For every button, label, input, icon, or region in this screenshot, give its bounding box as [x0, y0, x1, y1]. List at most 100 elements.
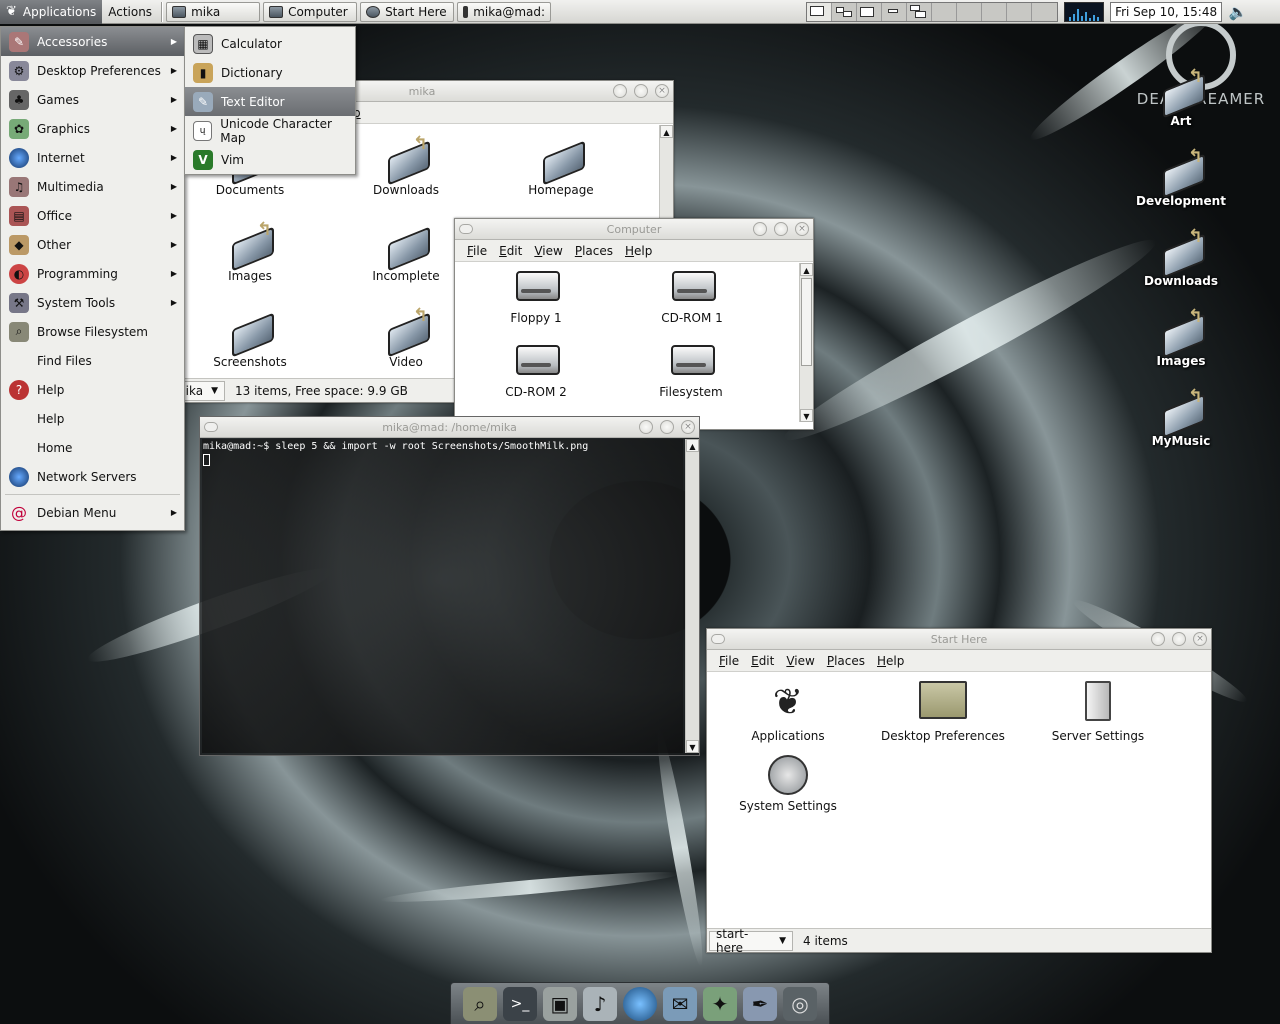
menu-edit[interactable]: Edit	[499, 244, 522, 258]
task-computer[interactable]: Computer	[263, 1, 358, 22]
menu-item-vim[interactable]: V Vim	[185, 145, 355, 174]
globe-icon[interactable]	[623, 986, 657, 1021]
workspace-3[interactable]	[857, 2, 883, 21]
menu-item-graphics[interactable]: ✿ Graphics ▶	[1, 114, 184, 143]
menu-view[interactable]: View	[786, 654, 814, 668]
scroll-down-arrow[interactable]: ▼	[686, 740, 699, 753]
menu-item-debian-menu[interactable]: @ Debian Menu ▶	[1, 498, 184, 527]
workspace-8[interactable]	[982, 2, 1008, 21]
menu-file[interactable]: File	[467, 244, 487, 258]
desktop-icon-art[interactable]: ↰ Art	[1131, 66, 1231, 128]
pen-icon[interactable]: ✒	[743, 986, 777, 1021]
folder-screenshots[interactable]: Screenshots	[175, 311, 325, 369]
workspace-6[interactable]	[932, 2, 958, 21]
drive-floppy-1[interactable]: Floppy 1	[461, 267, 611, 325]
drive-cdrom-2[interactable]: CD-ROM 2	[461, 341, 611, 399]
terminal-scrollbar[interactable]: ▲ ▼	[685, 439, 699, 753]
actions-menu-button[interactable]: Actions	[102, 0, 158, 24]
paint-icon[interactable]: ✦	[703, 986, 737, 1021]
panel-clock[interactable]: Fri Sep 10, 15:48	[1110, 1, 1223, 22]
settings-icon[interactable]: ◎	[783, 986, 817, 1021]
search-icon[interactable]: ⌕	[463, 986, 497, 1021]
workspace-7[interactable]	[957, 2, 983, 21]
maximize-button[interactable]	[774, 222, 788, 236]
close-button[interactable]: ×	[655, 84, 669, 98]
workspace-4[interactable]	[882, 2, 908, 21]
menu-places[interactable]: Places	[575, 244, 613, 258]
workspace-2[interactable]	[832, 2, 858, 21]
drive-cdrom-1[interactable]: CD-ROM 1	[617, 267, 767, 325]
workspace-10[interactable]	[1032, 2, 1058, 21]
desktop-icon-development[interactable]: ↰ Development	[1131, 146, 1231, 208]
close-button[interactable]: ×	[1193, 632, 1207, 646]
start-desktop-preferences[interactable]: Desktop Preferences	[868, 681, 1018, 743]
menu-item-programming[interactable]: ◐ Programming ▶	[1, 259, 184, 288]
scroll-down-arrow[interactable]: ▼	[800, 409, 813, 422]
applications-menu-button[interactable]: ❦ Applications	[0, 0, 103, 24]
menu-places[interactable]: Places	[827, 654, 865, 668]
menu-file[interactable]: File	[719, 654, 739, 668]
start-applications[interactable]: ❦ Applications	[713, 681, 863, 743]
computer-titlebar[interactable]: Computer ×	[455, 219, 813, 240]
menu-item-find-files[interactable]: Find Files	[1, 346, 184, 375]
maximize-button[interactable]	[660, 420, 674, 434]
menu-help[interactable]: Help	[877, 654, 904, 668]
terminal-output[interactable]: mika@mad:~$ sleep 5 && import -w root Sc…	[202, 439, 683, 753]
menu-edit[interactable]: Edit	[751, 654, 774, 668]
drive-filesystem[interactable]: Filesystem	[616, 341, 766, 399]
desktop-icon-images[interactable]: ↰ Images	[1131, 306, 1231, 368]
menu-item-browse-filesystem[interactable]: ⌕ Browse Filesystem	[1, 317, 184, 346]
menu-item-other[interactable]: ◆ Other ▶	[1, 230, 184, 259]
terminal-titlebar[interactable]: mika@mad: /home/mika ×	[200, 417, 699, 438]
start-system-settings[interactable]: System Settings	[713, 755, 863, 813]
menu-item-text-editor[interactable]: ✎ Text Editor	[185, 87, 355, 116]
window-menu-icon[interactable]	[204, 422, 218, 432]
window-menu-icon[interactable]	[711, 634, 725, 644]
maximize-button[interactable]	[1172, 632, 1186, 646]
menu-item-office[interactable]: ▤ Office ▶	[1, 201, 184, 230]
menu-item-home[interactable]: Home	[1, 433, 184, 462]
menu-item-desktop-preferences[interactable]: ⚙ Desktop Preferences ▶	[1, 56, 184, 85]
menu-item-games[interactable]: ♣ Games ▶	[1, 85, 184, 114]
minimize-button[interactable]	[1151, 632, 1165, 646]
start-here-titlebar[interactable]: Start Here ×	[707, 629, 1211, 650]
task-terminal[interactable]: mika@mad:	[457, 1, 552, 22]
menu-item-help-1[interactable]: ? Help	[1, 375, 184, 404]
menu-item-help-2[interactable]: Help	[1, 404, 184, 433]
workspace-1[interactable]	[807, 2, 833, 21]
folder-homepage[interactable]: Homepage	[486, 139, 636, 197]
minimize-button[interactable]	[639, 420, 653, 434]
menu-item-network-servers[interactable]: Network Servers	[1, 462, 184, 491]
desktop-icon-downloads[interactable]: ↰ Downloads	[1131, 226, 1231, 288]
task-start-here[interactable]: Start Here	[360, 1, 455, 22]
scroll-up-arrow[interactable]: ▲	[800, 263, 813, 276]
window-menu-icon[interactable]	[459, 224, 473, 234]
menu-item-internet[interactable]: Internet ▶	[1, 143, 184, 172]
menu-item-accessories[interactable]: ✎ Accessories ▶	[1, 27, 184, 56]
minimize-button[interactable]	[753, 222, 767, 236]
menu-item-dictionary[interactable]: ▮ Dictionary	[185, 58, 355, 87]
maximize-button[interactable]	[634, 84, 648, 98]
menu-item-multimedia[interactable]: ♫ Multimedia ▶	[1, 172, 184, 201]
task-mika[interactable]: mika	[166, 1, 261, 22]
folder-images[interactable]: ↰ Images	[175, 219, 325, 283]
minimize-button[interactable]	[613, 84, 627, 98]
workspace-pager[interactable]	[806, 1, 1059, 22]
location-combo[interactable]: start-here ▼	[709, 927, 793, 955]
close-button[interactable]: ×	[795, 222, 809, 236]
menu-item-unicode-character-map[interactable]: ų Unicode Character Map	[185, 116, 355, 145]
system-monitor-applet[interactable]	[1064, 1, 1105, 22]
scroll-thumb[interactable]	[801, 278, 812, 366]
volume-icon[interactable]: 🔈	[1226, 2, 1250, 22]
close-button[interactable]: ×	[681, 420, 695, 434]
menu-item-system-tools[interactable]: ⚒ System Tools ▶	[1, 288, 184, 317]
image-viewer-icon[interactable]: ▣	[543, 986, 577, 1021]
workspace-9[interactable]	[1007, 2, 1033, 21]
desktop-icon-mymusic[interactable]: ↰ MyMusic	[1131, 386, 1231, 448]
scroll-up-arrow[interactable]: ▲	[686, 439, 699, 452]
chat-icon[interactable]: ✉	[663, 986, 697, 1021]
terminal-icon[interactable]: >_	[503, 986, 537, 1021]
scroll-up-arrow[interactable]: ▲	[660, 125, 673, 138]
menu-item-calculator[interactable]: ▦ Calculator	[185, 29, 355, 58]
start-server-settings[interactable]: Server Settings	[1023, 681, 1173, 743]
